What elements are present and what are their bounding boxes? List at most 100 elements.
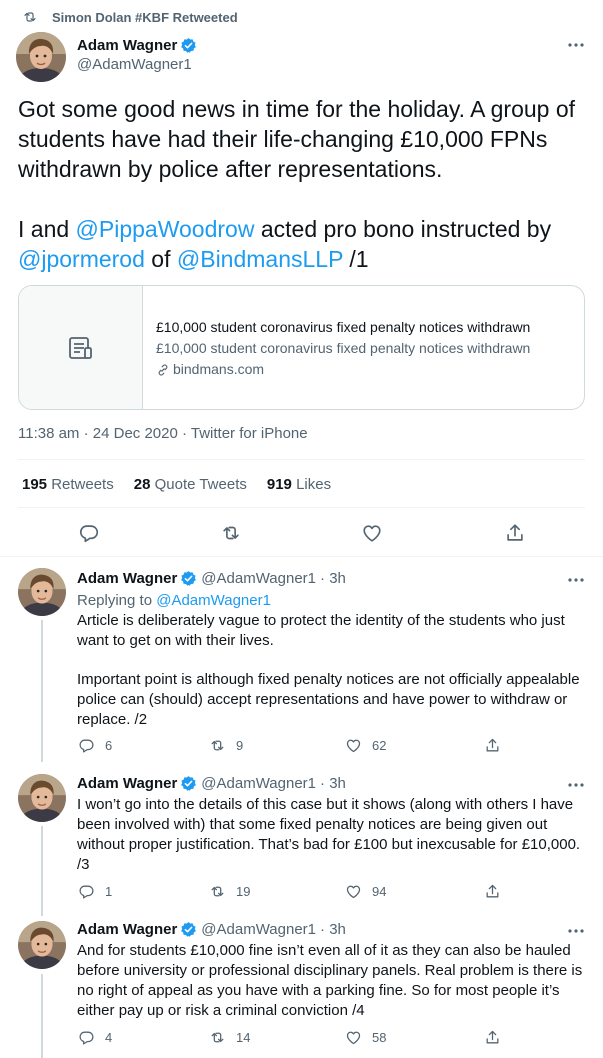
verified-badge-icon bbox=[180, 775, 197, 792]
more-options-icon[interactable] bbox=[567, 42, 585, 48]
quote-tweets-count: 28 bbox=[133, 476, 151, 493]
tweet-stats: 195 Retweets 28 Quote Tweets 919 Likes bbox=[22, 476, 351, 493]
link-icon bbox=[158, 363, 168, 376]
mention-link[interactable]: @jpormerod bbox=[18, 246, 145, 272]
reply-button[interactable]: 1 bbox=[78, 883, 112, 900]
author-name[interactable]: Adam Wagner bbox=[77, 775, 177, 792]
card-title: £10,000 student coronavirus fixed penalt… bbox=[156, 319, 531, 335]
reply-paragraph: And for students £10,000 fine isn’t even… bbox=[77, 942, 583, 1019]
avatar[interactable] bbox=[18, 774, 66, 822]
like-icon bbox=[345, 737, 362, 754]
reply-icon bbox=[78, 1029, 95, 1046]
mention-link[interactable]: @BindmansLLP bbox=[177, 246, 343, 272]
reply-button[interactable]: 6 bbox=[78, 737, 112, 754]
reply-paragraph: Article is deliberately vague to protect… bbox=[77, 612, 565, 649]
reply-text: Replying to @AdamWagner1 Article is deli… bbox=[77, 591, 592, 730]
retweet-count: 19 bbox=[236, 884, 251, 899]
reply-paragraph: Important point is although fixed penalt… bbox=[77, 671, 580, 728]
timestamp[interactable]: · 3h bbox=[320, 775, 346, 792]
tweet-meta[interactable]: 11:38 am · 24 Dec 2020 · Twitter for iPh… bbox=[18, 425, 308, 442]
retweet-icon bbox=[209, 883, 226, 900]
text-segment: of bbox=[144, 246, 177, 272]
more-options-icon[interactable] bbox=[567, 928, 585, 934]
retweets-stat[interactable]: 195 Retweets bbox=[22, 476, 114, 493]
tweet-paragraph-2: I and @PippaWoodrow acted pro bono instr… bbox=[18, 214, 588, 274]
quote-tweets-label: Quote Tweets bbox=[150, 476, 247, 493]
text-segment: I and bbox=[18, 216, 76, 242]
reply-icon bbox=[78, 737, 95, 754]
more-options-icon[interactable] bbox=[567, 782, 585, 788]
verified-badge-icon bbox=[180, 570, 197, 587]
reply-text: I won’t go into the details of this case… bbox=[77, 795, 592, 875]
avatar-image bbox=[18, 774, 66, 822]
likes-count: 919 bbox=[266, 476, 292, 493]
tweet-text: Got some good news in time for the holid… bbox=[18, 94, 588, 274]
like-button[interactable]: 94 bbox=[345, 883, 386, 900]
like-icon bbox=[345, 883, 362, 900]
author-handle[interactable]: @AdamWagner1 bbox=[201, 570, 316, 587]
reply-paragraph: I won’t go into the details of this case… bbox=[77, 796, 581, 873]
share-icon bbox=[504, 522, 526, 544]
retweet-count: 9 bbox=[236, 738, 244, 753]
reply-header: Adam Wagner @AdamWagner1 · 3h bbox=[77, 921, 346, 938]
mention-link[interactable]: @PippaWoodrow bbox=[76, 216, 255, 242]
retweet-button[interactable]: 9 bbox=[209, 737, 243, 754]
author-handle[interactable]: @AdamWagner1 bbox=[201, 775, 316, 792]
avatar[interactable] bbox=[18, 568, 66, 616]
share-button[interactable] bbox=[484, 1029, 511, 1046]
replying-prefix: Replying to bbox=[77, 592, 157, 609]
share-icon bbox=[484, 737, 501, 754]
retweet-icon bbox=[22, 9, 38, 25]
card-domain: bindmans.com bbox=[156, 359, 530, 380]
like-button[interactable] bbox=[361, 522, 383, 544]
author-name[interactable]: Adam Wagner bbox=[77, 570, 177, 587]
share-button[interactable] bbox=[484, 737, 511, 754]
like-count: 58 bbox=[372, 1030, 387, 1045]
verified-badge-icon bbox=[180, 921, 197, 938]
avatar[interactable] bbox=[18, 921, 66, 969]
avatar-image bbox=[16, 32, 66, 82]
retweets-count: 195 bbox=[22, 476, 48, 493]
thread-line bbox=[41, 620, 43, 762]
author-block[interactable]: Adam Wagner @AdamWagner1 bbox=[77, 36, 197, 74]
mention-link[interactable]: @AdamWagner1 bbox=[156, 592, 271, 609]
author-handle[interactable]: @AdamWagner1 bbox=[77, 55, 197, 74]
retweet-button[interactable] bbox=[220, 522, 242, 544]
reply-icon bbox=[78, 883, 95, 900]
reply-count: 6 bbox=[105, 738, 113, 753]
share-icon bbox=[484, 1029, 501, 1046]
author-handle[interactable]: @AdamWagner1 bbox=[201, 921, 316, 938]
retweet-icon bbox=[209, 1029, 226, 1046]
retweet-button[interactable]: 14 bbox=[209, 1029, 250, 1046]
link-card[interactable]: £10,000 student coronavirus fixed penalt… bbox=[18, 285, 585, 410]
avatar-image bbox=[18, 921, 66, 969]
quote-tweets-stat[interactable]: 28 Quote Tweets bbox=[134, 476, 247, 493]
timestamp[interactable]: · 3h bbox=[320, 570, 346, 587]
replying-to: Replying to @AdamWagner1 bbox=[77, 591, 592, 611]
like-button[interactable]: 62 bbox=[345, 737, 386, 754]
verified-badge-icon bbox=[180, 37, 197, 54]
more-options-icon[interactable] bbox=[567, 577, 585, 583]
share-icon bbox=[484, 883, 501, 900]
section-divider bbox=[0, 556, 603, 557]
likes-stat[interactable]: 919 Likes bbox=[267, 476, 331, 493]
retweet-icon bbox=[220, 522, 242, 544]
like-icon bbox=[361, 522, 383, 544]
share-button[interactable] bbox=[484, 883, 511, 900]
reply-count: 1 bbox=[105, 884, 113, 899]
avatar[interactable] bbox=[16, 32, 66, 82]
timestamp[interactable]: · 3h bbox=[320, 921, 346, 938]
like-button[interactable]: 58 bbox=[345, 1029, 386, 1046]
reply-button[interactable] bbox=[78, 522, 100, 544]
document-icon bbox=[68, 336, 92, 359]
reply-header: Adam Wagner @AdamWagner1 · 3h bbox=[77, 570, 346, 587]
reply-button[interactable]: 4 bbox=[78, 1029, 112, 1046]
author-name[interactable]: Adam Wagner bbox=[77, 921, 177, 938]
retweet-button[interactable]: 19 bbox=[209, 883, 250, 900]
author-name[interactable]: Adam Wagner bbox=[77, 36, 177, 55]
retweet-header[interactable]: Simon Dolan #KBF Retweeted bbox=[22, 8, 238, 26]
retweet-count: 14 bbox=[236, 1030, 251, 1045]
reply-icon bbox=[78, 522, 100, 544]
share-button[interactable] bbox=[504, 522, 526, 544]
thread-line bbox=[41, 974, 43, 1058]
